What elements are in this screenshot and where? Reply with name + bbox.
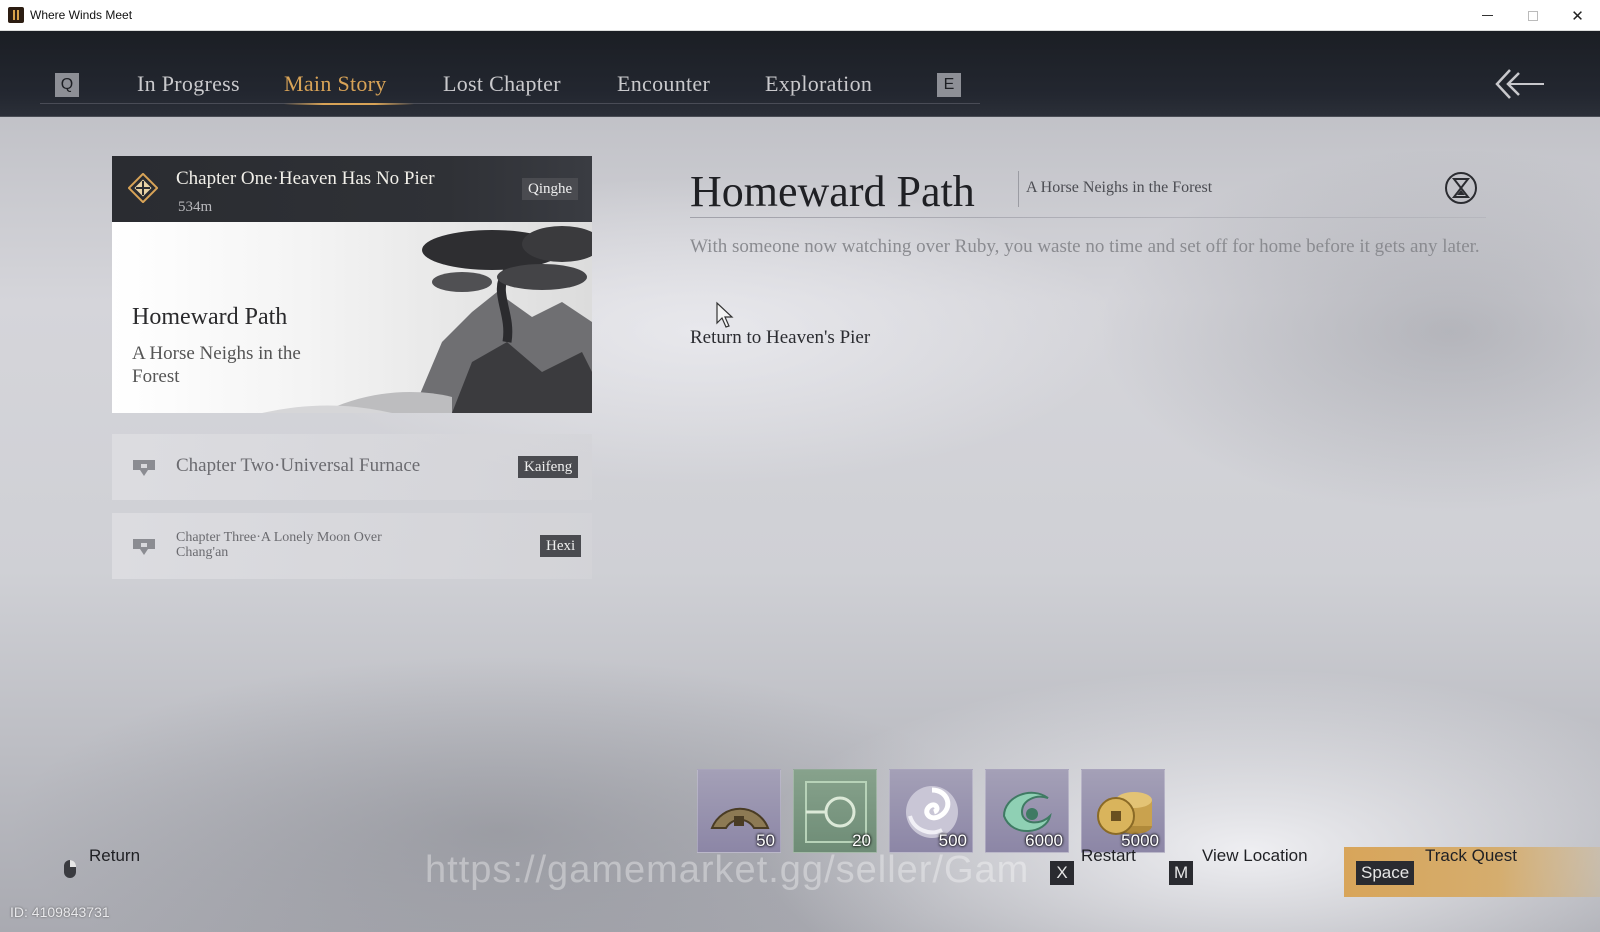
track-quest-label[interactable]: Track Quest	[1425, 846, 1517, 866]
chapter-title: Chapter Two·Universal Furnace	[176, 455, 421, 476]
chapter-title: Chapter Three·A Lonely Moon Over Chang'a…	[176, 530, 382, 560]
reward-count: 6000	[1025, 831, 1063, 850]
quest-objective: Return to Heaven's Pier	[690, 327, 871, 348]
chapter-card-header: Chapter One·Heaven Has No Pier 534m Qing…	[112, 156, 592, 222]
reward-item[interactable]: 20	[793, 769, 877, 853]
restart-button[interactable]: Restart	[1081, 846, 1136, 866]
tab-exploration[interactable]: Exploration	[765, 71, 872, 97]
active-quest-subtitle: A Horse Neighs in the Forest	[132, 343, 301, 387]
region-tag: Hexi	[540, 535, 582, 557]
nav-divider	[40, 103, 980, 104]
hourglass-icon[interactable]	[1444, 171, 1478, 205]
window-controls: ✕	[1465, 0, 1600, 31]
player-uid: ID: 4109843731	[10, 904, 110, 920]
chapter-card-locked[interactable]: Chapter Three·A Lonely Moon Over Chang'a…	[112, 513, 592, 579]
chapter-ink-illustration: Homeward Path A Horse Neighs in the Fore…	[112, 222, 592, 413]
detail-divider	[690, 217, 1486, 218]
reward-item[interactable]: 50	[697, 769, 781, 853]
mouse-right-click-icon	[64, 860, 76, 878]
view-location-key[interactable]: M	[1169, 861, 1194, 885]
view-location-button[interactable]: View Location	[1202, 846, 1308, 866]
reward-count: 500	[938, 831, 967, 850]
chapter-title: Chapter One·Heaven Has No Pier	[176, 168, 435, 189]
window-title: Where Winds Meet	[30, 8, 133, 22]
close-button[interactable]: ✕	[1555, 0, 1600, 31]
active-quest-name: Homeward Path	[132, 304, 288, 330]
lock-icon	[133, 539, 155, 555]
tab-main-story[interactable]: Main Story	[284, 71, 387, 97]
quest-journal-screen: Q In Progress Main Story Lost Chapter En…	[0, 31, 1600, 932]
watermark: https://gamemarket.gg/seller/Gam	[425, 849, 1030, 891]
prev-tab-key[interactable]: Q	[55, 73, 79, 97]
quest-category-nav: Q In Progress Main Story Lost Chapter En…	[0, 31, 1600, 117]
track-quest-key[interactable]: Space	[1356, 861, 1415, 885]
quest-detail-title: Homeward Path	[690, 167, 975, 216]
minimize-button[interactable]	[1465, 0, 1510, 31]
chapter-card-locked[interactable]: Chapter Two·Universal Furnace Kaifeng	[112, 434, 592, 500]
reward-count: 50	[756, 831, 775, 850]
reward-count: 20	[852, 831, 871, 850]
maximize-button[interactable]	[1510, 0, 1555, 31]
title-divider	[1018, 171, 1019, 207]
region-tag: Kaifeng	[518, 456, 579, 478]
quest-detail-subtitle: A Horse Neighs in the Forest	[1026, 179, 1213, 196]
tab-encounter[interactable]: Encounter	[617, 71, 710, 97]
lock-icon	[133, 460, 155, 476]
return-button[interactable]: Return	[89, 846, 140, 866]
reward-item[interactable]: 6000	[985, 769, 1069, 853]
chapter-distance: 534m	[178, 199, 213, 215]
reward-item[interactable]: 5000	[1081, 769, 1165, 853]
diamond-compass-icon	[128, 173, 158, 203]
tab-in-progress[interactable]: In Progress	[137, 71, 240, 97]
tab-lost-chapter[interactable]: Lost Chapter	[443, 71, 561, 97]
restart-key[interactable]: X	[1050, 861, 1074, 885]
quest-description: With someone now watching over Ruby, you…	[690, 236, 1480, 257]
next-tab-key[interactable]: E	[937, 73, 961, 97]
mouse-cursor-icon	[716, 301, 734, 328]
back-arrow-icon[interactable]	[1494, 67, 1546, 101]
app-logo-icon	[8, 7, 24, 23]
window-titlebar: Where Winds Meet ✕	[0, 0, 1600, 31]
chapter-card-active[interactable]: Chapter One·Heaven Has No Pier 534m Qing…	[112, 156, 592, 413]
reward-item[interactable]: 500	[889, 769, 973, 853]
active-tab-indicator	[284, 103, 414, 105]
region-tag: Qinghe	[522, 178, 579, 200]
